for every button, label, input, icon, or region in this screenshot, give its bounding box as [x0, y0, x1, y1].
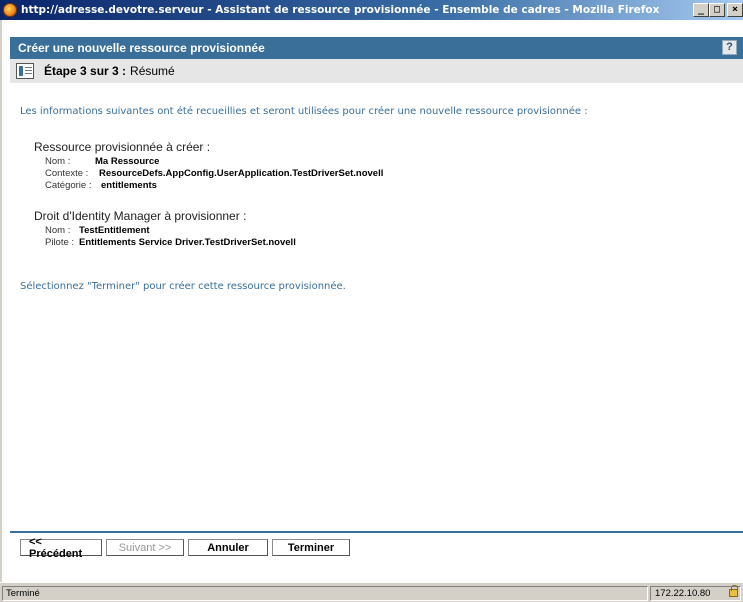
status-text: Terminé [2, 586, 648, 601]
field-value: Ma Ressource [95, 156, 160, 167]
wizard-header: Créer une nouvelle ressource provisionné… [10, 37, 743, 59]
entitlement-section-title: Droit d'Identity Manager à provisionner … [34, 209, 247, 223]
window-controls: _ □ × [693, 3, 743, 17]
wizard-step-icon [16, 63, 34, 79]
footer-divider [10, 531, 743, 533]
field-value: Entitlements Service Driver.TestDriverSe… [79, 237, 296, 248]
field-value: TestEntitlement [79, 225, 150, 236]
finish-button[interactable]: Terminer [272, 539, 350, 556]
page-content: Créer une nouvelle ressource provisionné… [2, 20, 743, 582]
finish-instruction: Sélectionnez "Terminer" pour créer cette… [20, 281, 346, 292]
field-label: Pilote : [45, 237, 75, 248]
entitlement-name-row: Nom : TestEntitlement [45, 225, 150, 236]
step-indicator: Étape 3 sur 3 : Résumé [10, 59, 743, 83]
cancel-button[interactable]: Annuler [188, 539, 268, 556]
entitlement-driver-row: Pilote : Entitlements Service Driver.Test… [45, 237, 296, 248]
minimize-button[interactable]: _ [693, 3, 709, 17]
close-button[interactable]: × [727, 3, 743, 17]
field-value: ResourceDefs.AppConfig.UserApplication.T… [99, 168, 384, 179]
window-title: http://adresse.devotre.serveur - Assista… [21, 4, 660, 16]
field-value: entitlements [101, 180, 157, 191]
field-label: Nom : [45, 225, 71, 236]
help-button[interactable]: ? [722, 40, 737, 55]
ip-address: 172.22.10.80 [655, 588, 711, 599]
wizard-buttons: << Précédent Suivant >> Annuler Terminer [20, 536, 350, 560]
maximize-button[interactable]: □ [709, 3, 725, 17]
field-label: Nom : [45, 156, 71, 167]
intro-text: Les informations suivantes ont été recue… [20, 106, 588, 117]
previous-button[interactable]: << Précédent [20, 536, 102, 560]
resource-context-row: Contexte : ResourceDefs.AppConfig.UserApp… [45, 168, 383, 179]
lock-icon [729, 585, 738, 597]
resource-category-row: Catégorie : entitlements [45, 180, 157, 191]
resource-section-title: Ressource provisionnée à créer : [34, 140, 211, 154]
status-bar: Terminé 172.22.10.80 [0, 582, 743, 602]
next-button[interactable]: Suivant >> [106, 539, 184, 556]
step-label: Résumé [130, 64, 175, 78]
resource-name-row: Nom : Ma Ressource [45, 156, 159, 167]
field-label: Catégorie : [45, 180, 92, 191]
window-title-bar[interactable]: http://adresse.devotre.serveur - Assista… [0, 0, 743, 20]
step-number: Étape 3 sur 3 : [44, 64, 127, 78]
firefox-icon [3, 3, 17, 17]
status-ip-address: 172.22.10.80 [650, 585, 741, 601]
field-label: Contexte : [45, 168, 89, 179]
page-title: Créer une nouvelle ressource provisionné… [18, 41, 265, 55]
